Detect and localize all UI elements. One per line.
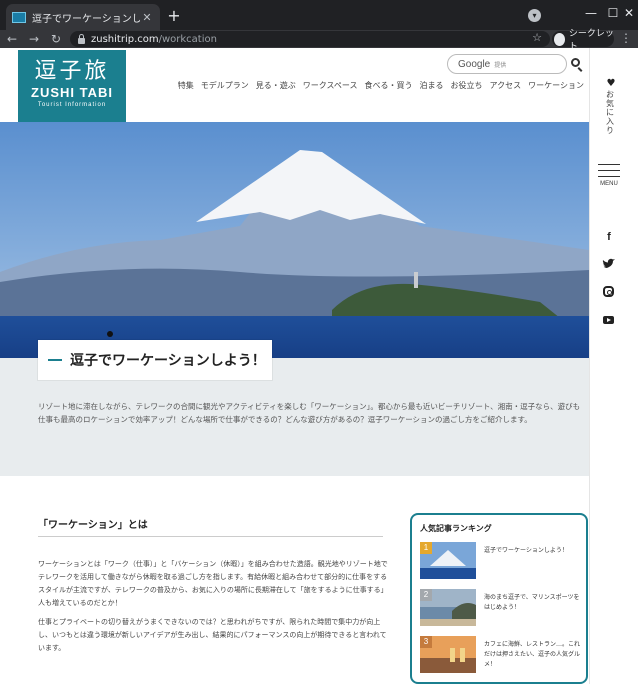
back-icon[interactable]: ← — [4, 31, 20, 47]
tab-title: 逗子でワーケーションしよう！ | 特集 — [32, 13, 140, 25]
incognito-icon — [554, 32, 565, 46]
search-placeholder: 提供 — [494, 61, 507, 69]
ranking-thumbnail: 1 — [420, 542, 476, 579]
nav-item-workspace[interactable]: ワークスペース — [303, 80, 358, 92]
menu-label[interactable]: MENU — [592, 181, 626, 187]
window-close-icon[interactable]: ✕ — [618, 4, 638, 22]
nav-item-access[interactable]: アクセス — [490, 80, 522, 92]
section-heading: 「ワーケーション」とは — [38, 520, 148, 531]
mount-fuji-photo — [0, 122, 589, 358]
ranking-panel: 人気記事ランキング 1 逗子でワーケーションしよう！ 2 海のまち逗子で、マリン… — [410, 513, 588, 684]
ranking-thumbnail: 2 — [420, 589, 476, 626]
ranking-item-text: 逗子でワーケーションしよう！ — [484, 547, 568, 554]
nav-item-eat-buy[interactable]: 食べる・買う — [365, 80, 413, 92]
page-title: 逗子でワーケーションしよう！ — [70, 353, 266, 369]
ranking-item-text: 海のまち逗子で、マリンスポーツをはじめよう！ — [484, 594, 580, 611]
twitter-icon[interactable] — [602, 258, 616, 272]
url-host: zushitrip.com — [91, 33, 159, 45]
search-brand: Google — [458, 58, 491, 70]
web-page: 逗子旅 ZUSHI TABI Tourist Information Googl… — [0, 48, 638, 684]
ranking-item[interactable]: 3 カフェに海鮮、レストラン…。これだけは押さえたい、逗子の人気グルメ！ — [420, 636, 580, 679]
site-search-input[interactable]: Google 提供 — [447, 54, 567, 74]
section-divider — [38, 536, 383, 537]
logo-sub: Tourist Information — [37, 102, 107, 108]
nav-item-feature[interactable]: 特集 — [178, 80, 194, 92]
browser-toolbar: ← → ↻ zushitrip.com/workcation ☆ シークレット … — [0, 29, 638, 52]
forward-icon[interactable]: → — [26, 31, 42, 47]
rank-number: 3 — [420, 636, 432, 648]
nav-item-stay[interactable]: 泊まる — [420, 80, 444, 92]
youtube-icon[interactable] — [603, 316, 614, 324]
nav-item-workcation[interactable]: ワーケーション — [528, 80, 584, 92]
search-icon[interactable] — [571, 58, 580, 67]
hero-title-box: 逗子でワーケーションしよう！ — [38, 340, 272, 380]
ranking-item[interactable]: 2 海のまち逗子で、マリンスポーツをはじめよう！ — [420, 589, 580, 632]
nav-item-useful[interactable]: お役立ち — [451, 80, 483, 92]
minimize-icon[interactable]: — — [580, 4, 602, 22]
article-paragraph-1: ワーケーションとは「ワーク（仕事）」と「バケーション（休暇）」を組み合わせた造語… — [38, 560, 388, 607]
lock-icon — [78, 33, 85, 44]
address-bar[interactable]: zushitrip.com/workcation ☆ — [70, 31, 550, 47]
hero-image — [0, 122, 589, 358]
ranking-thumbnail: 3 — [420, 636, 476, 673]
incognito-indicator[interactable]: シークレット — [552, 29, 614, 52]
ranking-title: 人気記事ランキング — [420, 524, 492, 533]
browser-tab-strip: 逗子でワーケーションしよう！ | 特集 ✕ + ▾ — ☐ ✕ — [0, 0, 638, 30]
tab-search-icon[interactable]: ▾ — [528, 9, 541, 22]
rank-number: 1 — [420, 542, 432, 554]
favorites-label[interactable]: お気に入り — [604, 90, 616, 135]
rank-number: 2 — [420, 589, 432, 601]
facebook-icon[interactable]: f — [602, 230, 616, 244]
bookmark-star-icon[interactable]: ☆ — [532, 31, 542, 44]
site-logo[interactable]: 逗子旅 ZUSHI TABI Tourist Information — [18, 50, 126, 122]
close-icon[interactable]: ✕ — [140, 11, 154, 24]
intro-text: リゾート地に滞在しながら、テレワークの合間に観光やアクティビティを楽しむ「ワーケ… — [38, 402, 581, 424]
nav-item-see-play[interactable]: 見る・遊ぶ — [256, 80, 296, 92]
logo-kanji: 逗子旅 — [34, 59, 110, 84]
url-path: /workcation — [158, 33, 217, 45]
reload-icon[interactable]: ↻ — [48, 31, 64, 47]
article-paragraph-2: 仕事とプライベートの切り替えがうまくできないのでは？と思われがちですが、限られた… — [38, 618, 387, 652]
instagram-icon[interactable] — [603, 286, 614, 297]
new-tab-icon[interactable]: + — [166, 6, 182, 25]
hamburger-icon[interactable] — [598, 164, 620, 182]
browser-tab[interactable]: 逗子でワーケーションしよう！ | 特集 ✕ — [6, 4, 160, 30]
side-rail: ♥ お気に入り MENU f — [589, 48, 638, 684]
heart-icon[interactable]: ♥ — [605, 78, 617, 89]
global-nav: 特集 モデルプラン 見る・遊ぶ ワークスペース 食べる・買う 泊まる お役立ち … — [170, 80, 584, 92]
ranking-item[interactable]: 1 逗子でワーケーションしよう！ — [420, 542, 578, 585]
logo-roman: ZUSHI TABI — [31, 85, 113, 100]
ranking-item-text: カフェに海鮮、レストラン…。これだけは押さえたい、逗子の人気グルメ！ — [484, 641, 581, 668]
favicon-icon — [12, 11, 26, 23]
title-dash — [48, 359, 62, 361]
browser-menu-icon[interactable]: ⋮ — [620, 31, 632, 45]
nav-item-model-plan[interactable]: モデルプラン — [201, 80, 249, 92]
